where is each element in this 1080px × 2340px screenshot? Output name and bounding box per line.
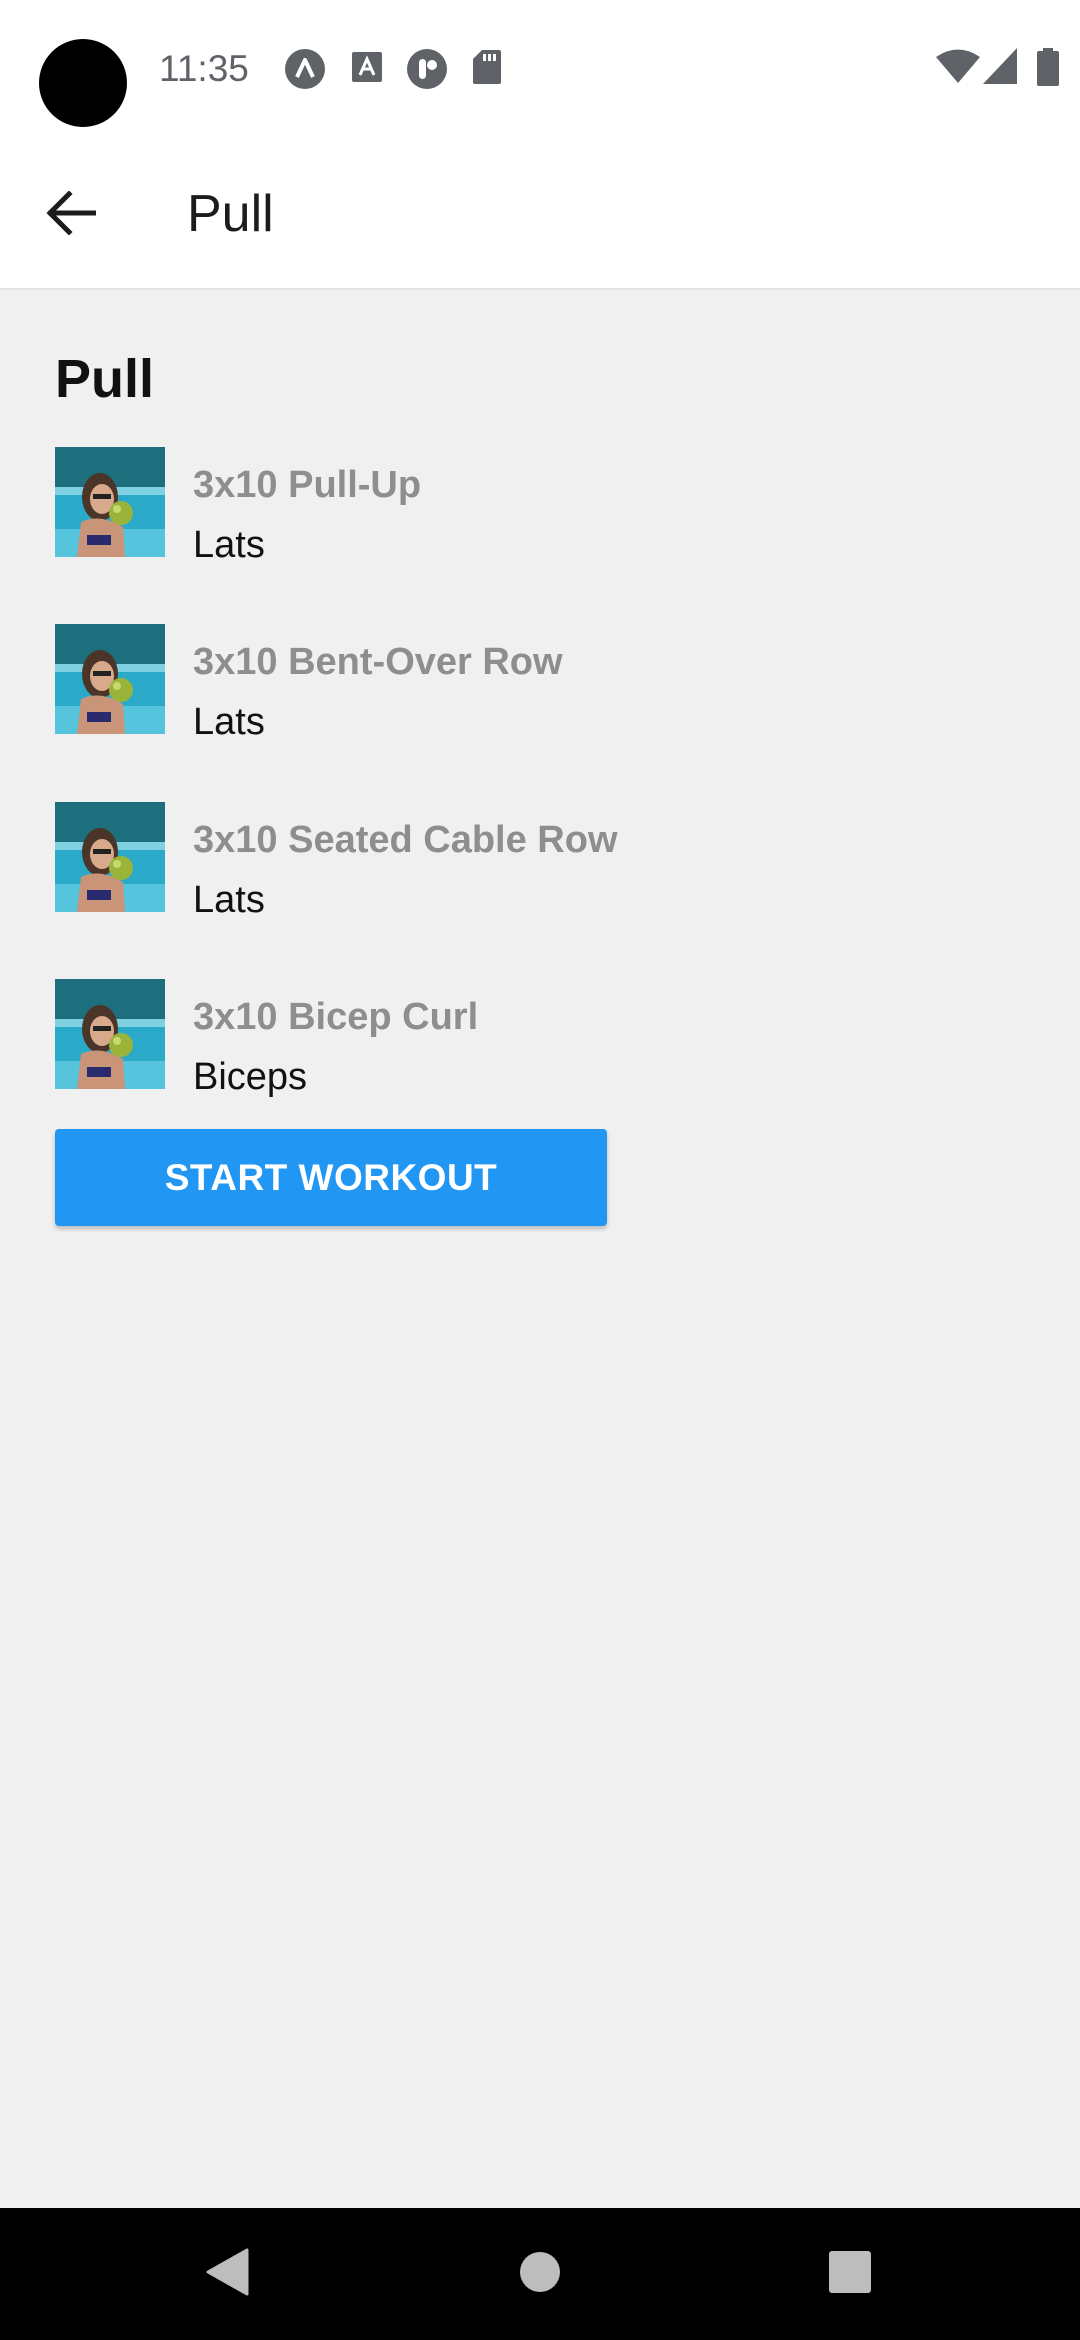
workout-title: Pull (55, 349, 155, 409)
exercise-name: 3x10 Bent-Over Row (193, 641, 563, 683)
exercise-name: 3x10 Seated Cable Row (193, 819, 618, 861)
wifi-icon (936, 48, 980, 84)
start-workout-button[interactable]: START WORKOUT (55, 1129, 607, 1226)
exercise-muscle: Biceps (193, 1056, 308, 1098)
exercise-list-item[interactable]: 3x10 Pull-Up Lats (55, 447, 1015, 566)
app-bar: Pull (0, 140, 1080, 290)
exercise-thumbnail (55, 979, 165, 1089)
status-time: 11:35 (159, 48, 249, 89)
arrow-left-icon (46, 189, 97, 240)
exercise-muscle: Lats (193, 524, 265, 566)
back-button[interactable] (30, 174, 112, 256)
nav-back-button[interactable] (157, 2208, 297, 2340)
exercise-thumbnail (55, 802, 165, 912)
pill-icon (406, 48, 448, 90)
nav-recents-button[interactable] (780, 2208, 920, 2340)
circle-home-icon (519, 2251, 561, 2298)
battery-icon (1037, 48, 1059, 86)
exercise-list-item[interactable]: 3x10 Seated Cable Row Lats (55, 802, 1015, 921)
status-bar: 11:35 (0, 0, 1080, 140)
exercise-name: 3x10 Pull-Up (193, 464, 422, 506)
exercise-muscle: Lats (193, 701, 265, 743)
app-a-icon (284, 48, 326, 90)
system-nav-bar (0, 2208, 1080, 2340)
signal-icon (983, 48, 1017, 84)
triangle-back-icon (205, 2248, 249, 2301)
exercise-list-item[interactable]: 3x10 Bent-Over Row Lats (55, 624, 1015, 743)
exercise-muscle: Lats (193, 879, 265, 921)
exercise-list-item[interactable]: 3x10 Bicep Curl Biceps (55, 979, 1015, 1098)
exercise-thumbnail (55, 447, 165, 557)
camera-cutout (39, 39, 127, 127)
app-bar-title: Pull (187, 185, 274, 243)
font-icon (352, 52, 382, 82)
exercise-name: 3x10 Bicep Curl (193, 996, 479, 1038)
nav-home-button[interactable] (470, 2208, 610, 2340)
sd-card-icon (473, 50, 501, 84)
exercise-thumbnail (55, 624, 165, 734)
square-recents-icon (829, 2250, 871, 2298)
